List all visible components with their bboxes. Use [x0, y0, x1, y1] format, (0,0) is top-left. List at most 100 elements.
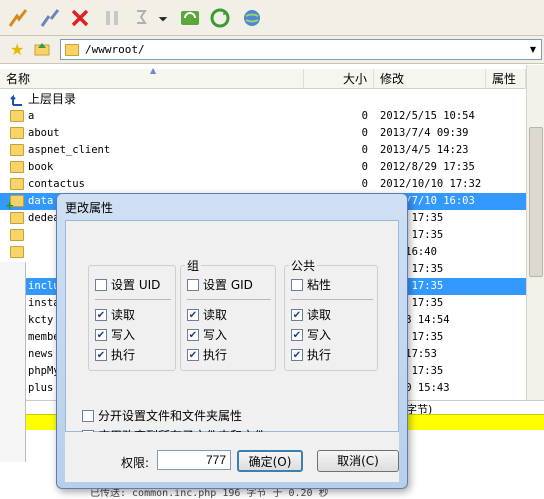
- ok-button[interactable]: 确定(O): [237, 450, 303, 472]
- checkmark-icon: ✔: [95, 308, 107, 321]
- dialog-body: 设置 UID ✔ 读取 ✔ 写入 ✔ 执行 组 设置 GID ✔ 读取 ✔ 写入 ✔ 执行 …: [65, 220, 399, 443]
- setgid-checkbox[interactable]: 设置 GID: [187, 276, 253, 293]
- group-group: 组 设置 GID ✔ 读取 ✔ 写入 ✔ 执行: [180, 257, 276, 371]
- public-label: 公共: [289, 257, 318, 274]
- connect-icon[interactable]: [6, 6, 30, 30]
- owner-write-label: 写入: [111, 328, 136, 342]
- cancel-button[interactable]: 取消(C): [317, 450, 399, 472]
- public-write-label: 写入: [307, 328, 332, 342]
- group-exec-label: 执行: [203, 348, 228, 362]
- disconnect-icon[interactable]: [38, 6, 62, 30]
- permissions-input[interactable]: [157, 450, 231, 470]
- file-name: insta: [28, 297, 60, 309]
- owner-read-checkbox[interactable]: ✔ 读取: [95, 306, 135, 323]
- file-date: 2012/5/15 10:54: [380, 110, 475, 122]
- file-size: 0: [361, 161, 368, 173]
- checkbox-box: [82, 409, 94, 422]
- dropdown-arrow-icon[interactable]: [156, 6, 170, 30]
- file-size: 0: [361, 127, 368, 139]
- column-attr[interactable]: 属性: [486, 69, 526, 89]
- group-write-checkbox[interactable]: ✔ 写入: [187, 326, 227, 343]
- file-size: 0: [361, 178, 368, 190]
- public-exec-label: 执行: [307, 348, 332, 362]
- checkmark-icon: ✔: [95, 328, 107, 341]
- separate-attributes-label: 分开设置文件和文件夹属性: [98, 409, 243, 423]
- globe-icon[interactable]: [240, 6, 264, 30]
- table-row[interactable]: a 0 2012/5/15 10:54: [0, 108, 526, 125]
- sort-arrow-icon: ▲: [150, 66, 157, 75]
- file-name: contactus: [28, 178, 85, 190]
- sticky-checkbox[interactable]: 粘性: [291, 276, 331, 293]
- owner-read-label: 读取: [111, 308, 136, 322]
- table-row[interactable]: aspnet_client 0 2013/4/5 14:23: [0, 142, 526, 159]
- owner-exec-checkbox[interactable]: ✔ 执行: [95, 346, 135, 363]
- file-name: dedea: [28, 212, 60, 224]
- divider: [95, 299, 171, 300]
- group-write-label: 写入: [203, 328, 228, 342]
- path-dropdown-icon[interactable]: ▼: [527, 43, 539, 57]
- public-group: 公共 粘性 ✔ 读取 ✔ 写入 ✔ 执行: [284, 257, 378, 371]
- owner-exec-label: 执行: [111, 348, 136, 362]
- setuid-checkbox[interactable]: 设置 UID: [95, 276, 160, 293]
- pause-icon[interactable]: [100, 6, 124, 30]
- checkmark-icon: ✔: [187, 348, 199, 361]
- group-exec-checkbox[interactable]: ✔ 执行: [187, 346, 227, 363]
- path-text: /wwwroot/: [85, 43, 145, 56]
- file-name: phpMy: [28, 365, 60, 377]
- file-name: about: [28, 127, 60, 139]
- divider: [187, 299, 271, 300]
- setgid-label: 设置 GID: [203, 278, 253, 292]
- separate-attributes-checkbox[interactable]: 分开设置文件和文件夹属性: [82, 407, 242, 424]
- file-size: 0: [361, 110, 368, 122]
- group-label: 组: [185, 257, 202, 274]
- sticky-label: 粘性: [307, 278, 332, 292]
- file-name: data: [28, 195, 54, 207]
- file-date: 2013/7/4 09:39: [380, 127, 469, 139]
- vertical-scrollbar[interactable]: [526, 65, 544, 400]
- table-row[interactable]: contactus 0 2012/10/10 17:32: [0, 176, 526, 193]
- group-read-label: 读取: [203, 308, 228, 322]
- file-name: membe: [28, 331, 60, 343]
- owner-write-checkbox[interactable]: ✔ 写入: [95, 326, 135, 343]
- folder-up-icon[interactable]: [34, 41, 50, 60]
- checkmark-icon: ✔: [95, 348, 107, 361]
- file-name: news: [28, 348, 54, 360]
- folder-icon: [65, 43, 79, 56]
- toolbar: [0, 0, 544, 36]
- checkbox-box: [187, 278, 199, 291]
- scrollbar-thumb[interactable]: [529, 127, 543, 277]
- transfer-icon[interactable]: [130, 6, 154, 30]
- refresh-icon[interactable]: [178, 6, 202, 30]
- favorites-star-icon[interactable]: ★: [10, 40, 24, 59]
- public-exec-checkbox[interactable]: ✔ 执行: [291, 346, 331, 363]
- dialog-footer: 权限: 确定(O) 取消(C): [65, 432, 399, 482]
- setuid-label: 设置 UID: [111, 278, 161, 292]
- file-size: 0: [361, 144, 368, 156]
- column-modified[interactable]: 修改: [374, 69, 486, 89]
- stop-icon[interactable]: [68, 6, 92, 30]
- path-bar: ★ /wwwroot/ ▼: [0, 36, 544, 64]
- dialog-title: 更改属性: [65, 201, 114, 215]
- table-row[interactable]: book 0 2012/8/29 17:35: [0, 159, 526, 176]
- file-name: a: [28, 110, 35, 122]
- path-input[interactable]: /wwwroot/ ▼: [60, 39, 542, 60]
- checkmark-icon: ✔: [291, 328, 303, 341]
- column-size[interactable]: 大小: [304, 69, 374, 89]
- table-row[interactable]: 上层目录: [0, 91, 526, 108]
- file-name: aspnet_client: [28, 144, 111, 156]
- file-name: 上层目录: [28, 92, 77, 106]
- public-write-checkbox[interactable]: ✔ 写入: [291, 326, 331, 343]
- group-read-checkbox[interactable]: ✔ 读取: [187, 306, 227, 323]
- checkmark-icon: ✔: [187, 328, 199, 341]
- checkbox-box: [291, 278, 303, 291]
- checkmark-icon: ✔: [187, 308, 199, 321]
- table-row[interactable]: about 0 2013/7/4 09:39: [0, 125, 526, 142]
- file-date: 2012/10/10 17:32: [380, 178, 482, 190]
- owner-group: 设置 UID ✔ 读取 ✔ 写入 ✔ 执行: [88, 265, 176, 371]
- checkmark-icon: ✔: [291, 308, 303, 321]
- public-read-checkbox[interactable]: ✔ 读取: [291, 306, 331, 323]
- left-panel-edge: [0, 262, 26, 462]
- sync-icon[interactable]: [208, 6, 232, 30]
- file-name: kcty: [28, 314, 54, 326]
- file-date: 2013/4/5 14:23: [380, 144, 469, 156]
